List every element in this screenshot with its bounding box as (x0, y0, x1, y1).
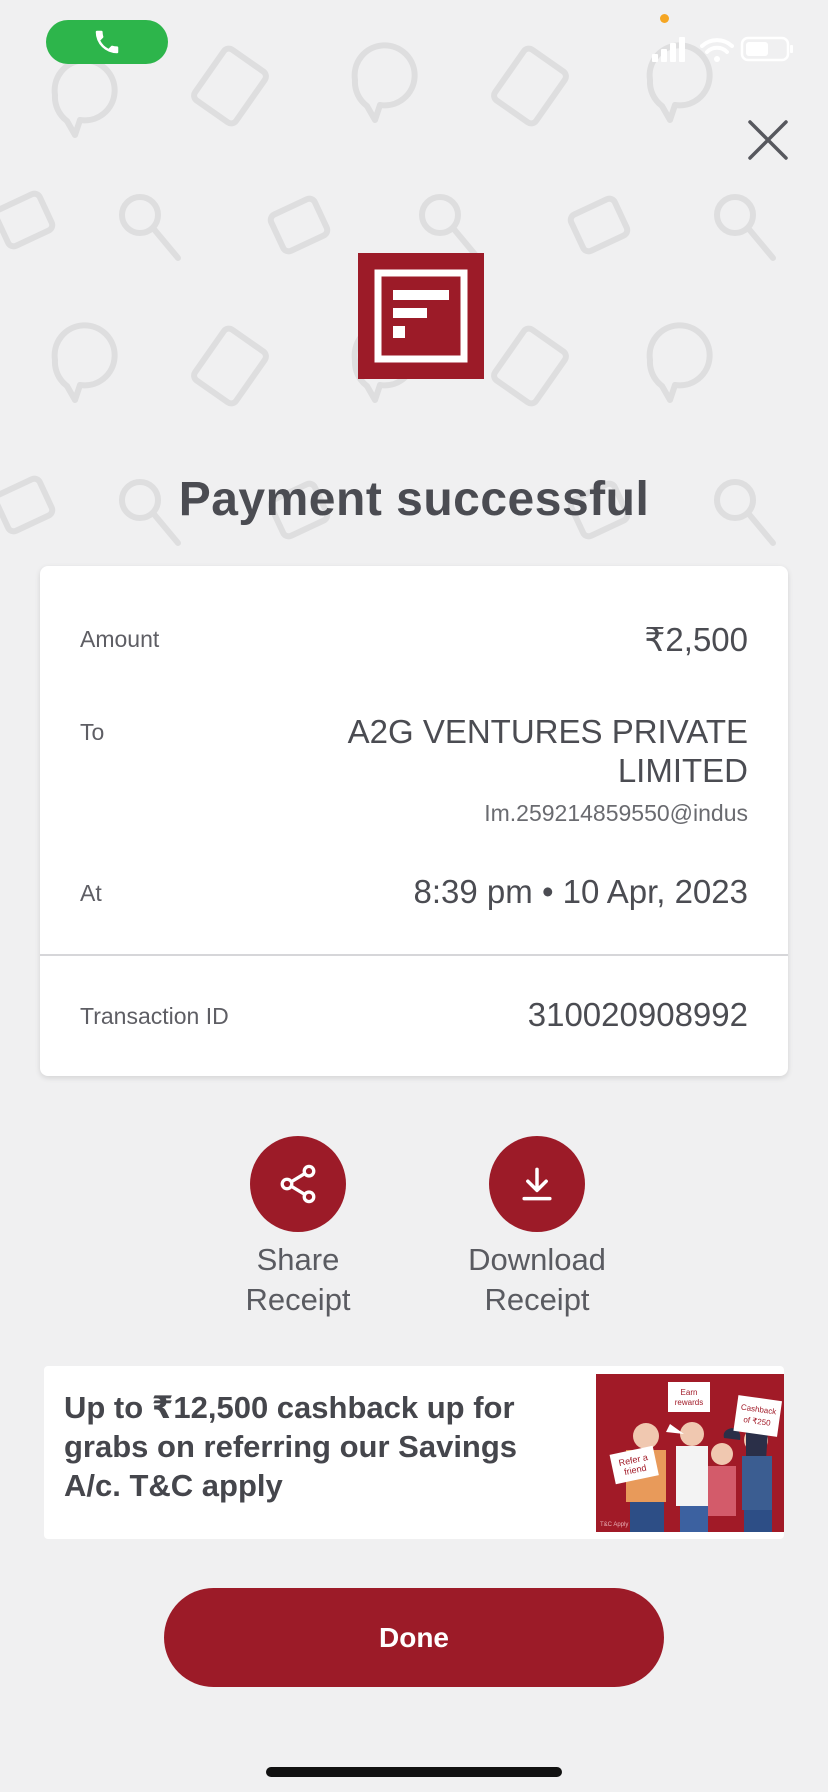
recipient-name: A2G VENTURES PRIVATE LIMITED (348, 712, 748, 790)
active-call-pill[interactable] (46, 20, 168, 64)
transaction-id-label: Transaction ID (80, 1003, 229, 1029)
close-icon (748, 120, 788, 160)
referral-promo-banner[interactable]: Up to ₹12,500 cashback up for grabs on r… (44, 1366, 784, 1539)
share-label-line1: Share (256, 1242, 340, 1277)
promo-sign-earn: Earn (681, 1388, 698, 1397)
recipient-name-line1: A2G VENTURES PRIVATE (347, 713, 748, 750)
download-icon (522, 1167, 552, 1201)
amount-value: ₹2,500 (644, 621, 748, 658)
promo-caption: T&C Apply (600, 1522, 628, 1528)
done-button[interactable]: Done (164, 1588, 664, 1687)
time-label: At (80, 880, 102, 906)
home-indicator (266, 1767, 562, 1777)
recipient-upi-id: Im.259214859550@indus (484, 800, 748, 826)
signal-icon (652, 54, 658, 62)
svg-text:rewards: rewards (675, 1398, 703, 1407)
bank-logo (358, 253, 484, 379)
transaction-id-value: 310020908992 (527, 996, 748, 1033)
amount-label: Amount (80, 626, 160, 652)
bank-logo-icon (374, 269, 468, 363)
share-icon (280, 1164, 316, 1204)
promo-text: Up to ₹12,500 cashback up for grabs on r… (64, 1390, 518, 1503)
page-title: Payment successful (178, 473, 650, 526)
battery-icon (740, 36, 793, 62)
share-receipt-action[interactable]: Share Receipt (218, 1136, 378, 1320)
download-label-line2: Receipt (484, 1282, 590, 1317)
status-icons (652, 36, 793, 62)
promo-image: Refer a friend Earn rewards Cashback of … (596, 1374, 784, 1532)
privacy-indicator-dot (660, 14, 669, 23)
share-receipt-label: Share Receipt (218, 1240, 378, 1320)
wifi-icon (700, 38, 734, 54)
close-button[interactable] (742, 114, 794, 166)
download-label-line1: Download (468, 1242, 606, 1277)
time-value: 8:39 pm • 10 Apr, 2023 (413, 873, 748, 910)
download-receipt-action[interactable]: Download Receipt (452, 1136, 622, 1320)
share-receipt-button[interactable] (250, 1136, 346, 1232)
card-divider (40, 954, 788, 956)
recipient-label: To (80, 719, 105, 745)
recipient-name-line2: LIMITED (617, 752, 748, 789)
phone-icon (95, 30, 119, 54)
download-receipt-label: Download Receipt (452, 1240, 622, 1320)
transaction-card: Amount ₹2,500 To A2G VENTURES PRIVATE LI… (40, 566, 788, 1076)
share-label-line2: Receipt (245, 1282, 351, 1317)
download-receipt-button[interactable] (489, 1136, 585, 1232)
